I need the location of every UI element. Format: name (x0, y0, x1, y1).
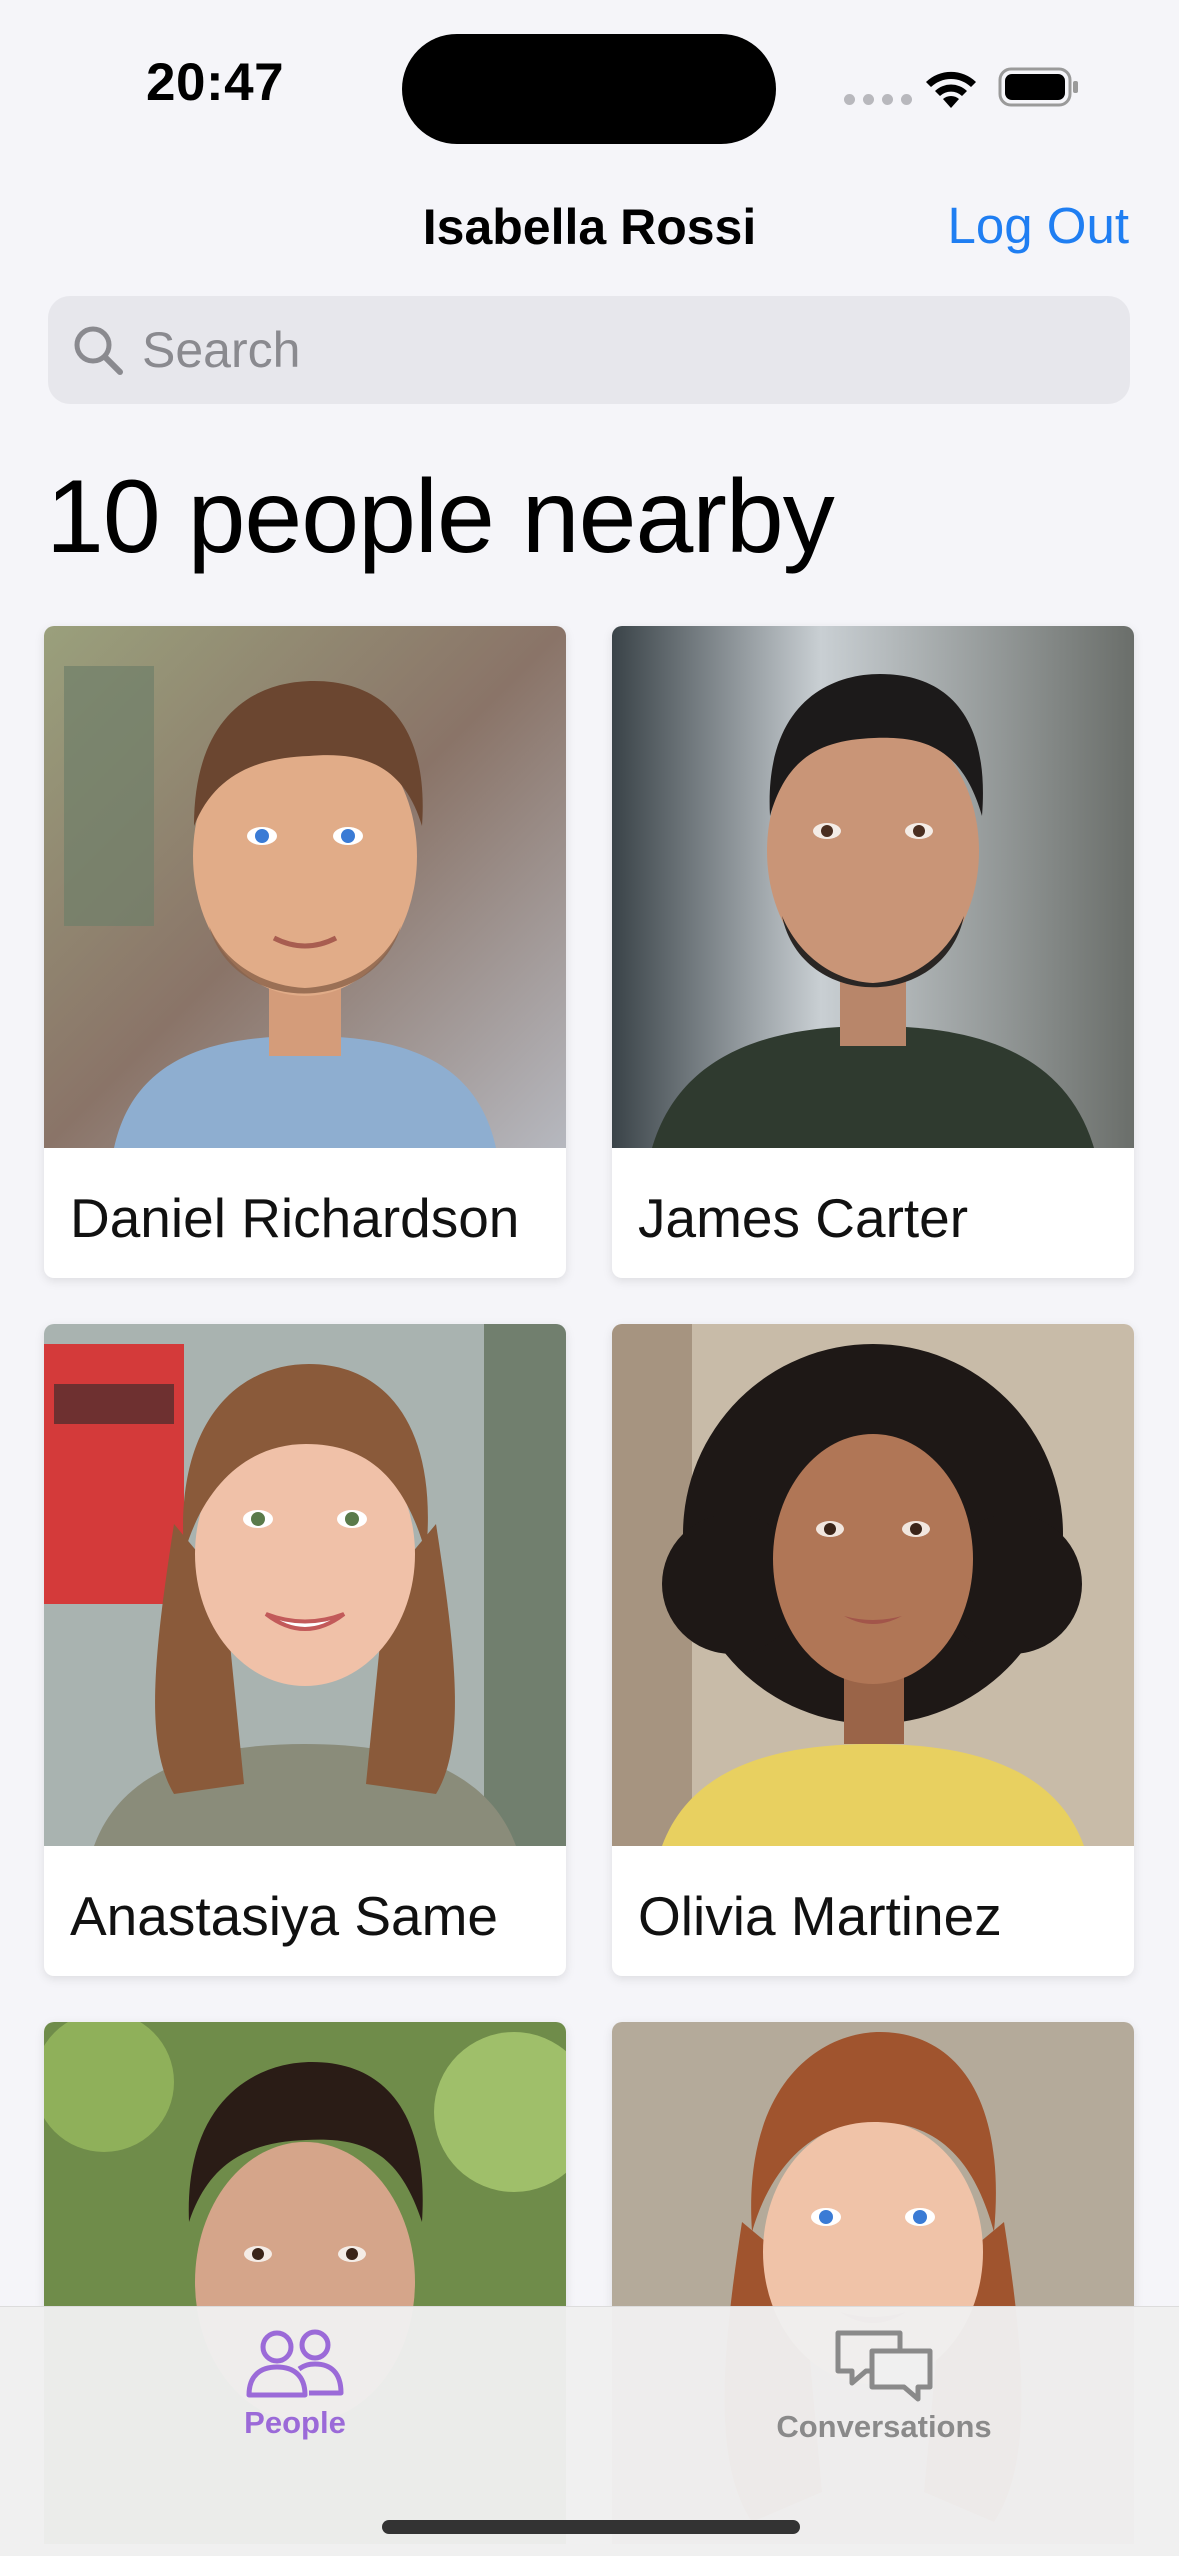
person-name: Anastasiya Same (70, 1885, 498, 1947)
tab-label: Conversations (776, 2409, 992, 2444)
dynamic-island (402, 34, 776, 144)
search-input[interactable] (142, 321, 1042, 379)
person-photo (612, 1324, 1134, 1846)
people-icon (246, 2329, 344, 2398)
person-name: Daniel Richardson (70, 1187, 520, 1249)
person-photo (44, 626, 566, 1148)
chat-bubbles-icon (835, 2330, 933, 2402)
tab-label: People (244, 2405, 346, 2440)
person-photo (612, 626, 1134, 1148)
wifi-icon (926, 71, 976, 108)
page-heading: 10 people nearby (46, 459, 835, 575)
status-time: 20:47 (146, 53, 285, 112)
cellular-signal-icon (844, 94, 912, 105)
tab-conversations[interactable]: Conversations (684, 2327, 1084, 2445)
person-card[interactable]: Daniel Richardson (44, 626, 566, 1278)
person-card[interactable]: James Carter (612, 626, 1134, 1278)
person-card[interactable]: Anastasiya Same (44, 1324, 566, 1976)
person-name: Olivia Martinez (638, 1885, 1002, 1947)
tab-bar: People Conversations (0, 2306, 1179, 2556)
battery-icon (998, 67, 1078, 107)
person-card[interactable]: Olivia Martinez (612, 1324, 1134, 1976)
screen: 20:47 Isabella Rossi Log Out 10 people n… (0, 0, 1179, 2556)
tab-people[interactable]: People (95, 2327, 495, 2441)
search-icon (74, 326, 123, 375)
logout-button[interactable]: Log Out (948, 196, 1129, 255)
person-name: James Carter (638, 1187, 969, 1249)
search-bar[interactable] (48, 296, 1130, 404)
person-photo (44, 1324, 566, 1846)
home-indicator (382, 2520, 800, 2534)
